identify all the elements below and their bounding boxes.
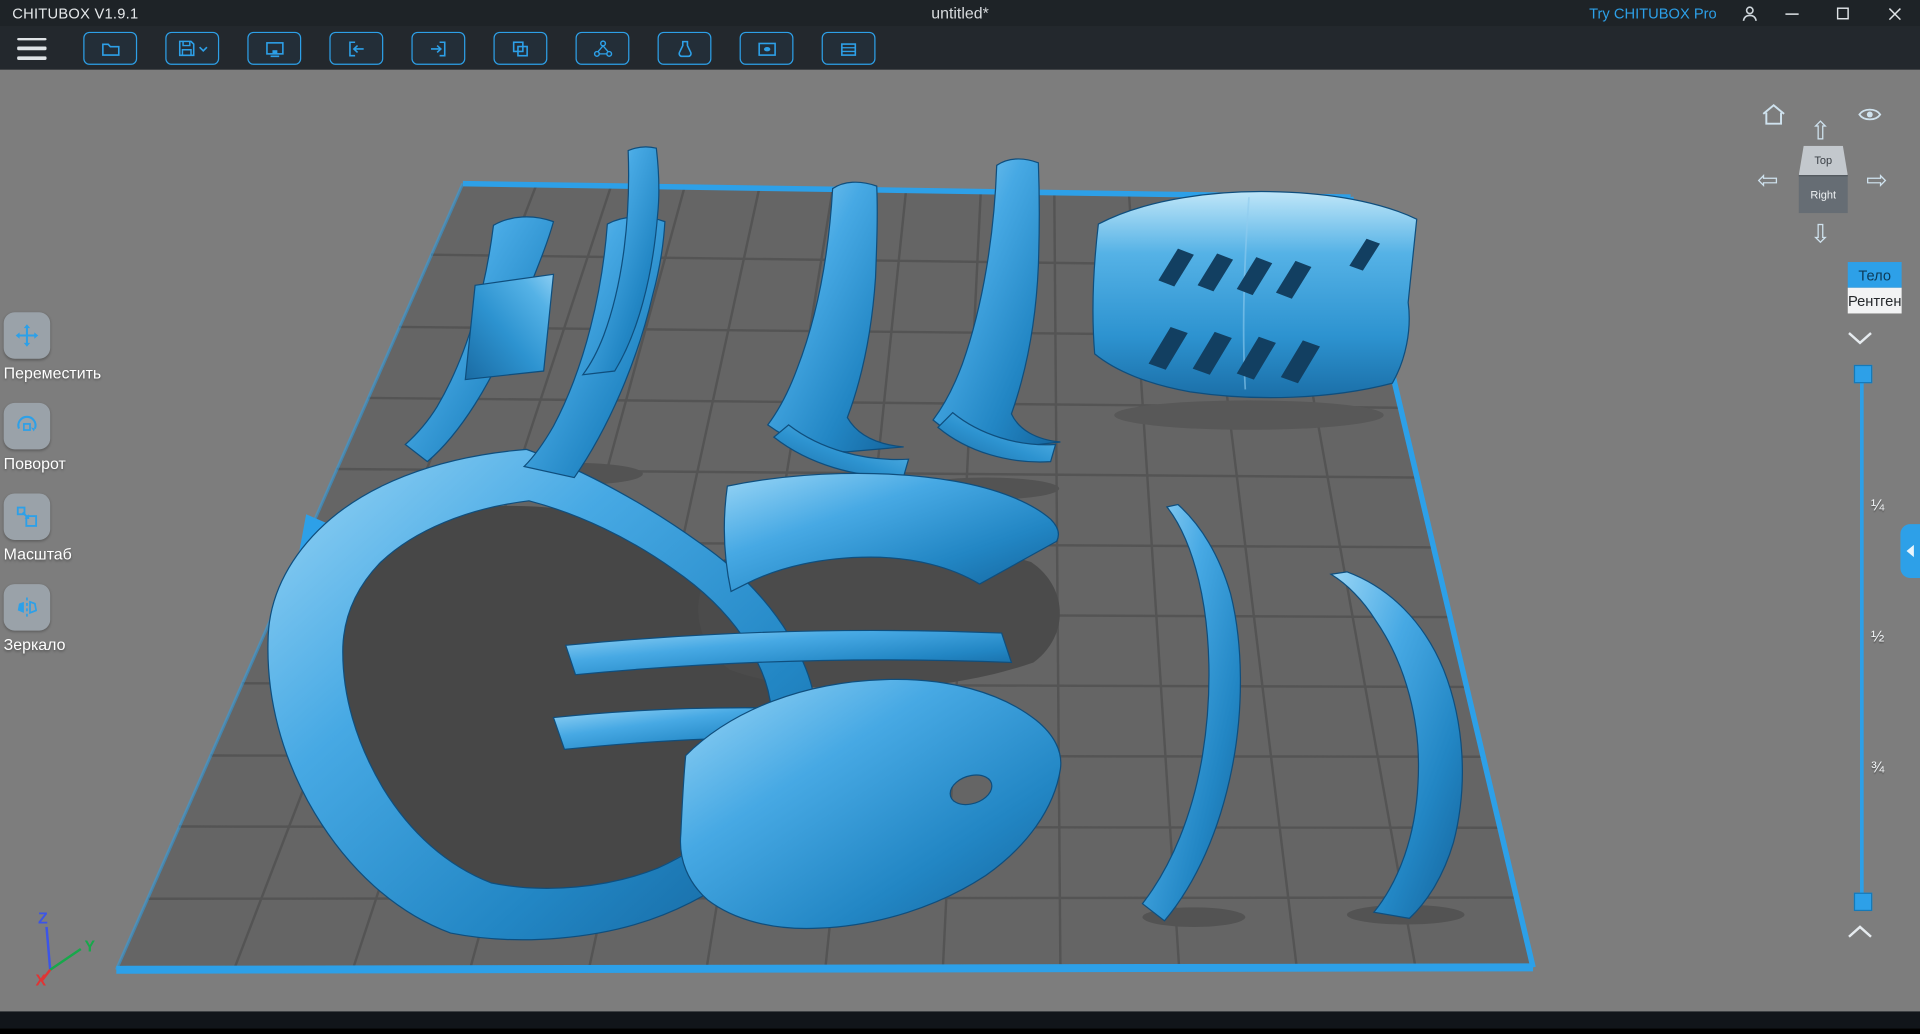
export-icon [431,40,446,56]
close-icon [1888,7,1901,20]
dig-hole-button[interactable] [739,31,794,65]
rotate-button[interactable] [3,402,51,450]
copy-icon [512,40,528,56]
clip-label-quarter: ¼ [1871,495,1885,515]
save-icon [178,40,194,57]
dig-hole-icon [757,42,776,56]
model-hood[interactable] [1092,190,1418,399]
bottom-status-bar [0,1011,1920,1034]
axis-indicator: Z Y X [36,910,96,989]
menu-button[interactable] [17,37,47,60]
view-cube-top-face[interactable]: Top [1798,145,1848,176]
scale-button[interactable] [3,493,51,541]
viewport-scene: Z Y X [36,146,1536,990]
copy-button[interactable] [493,31,548,65]
scale-label: Масштаб [3,544,72,564]
view-cube-front-face[interactable]: Right [1798,175,1848,214]
screenshot-button[interactable] [247,31,302,65]
chevron-down-icon [1848,332,1872,345]
tool-mirror: Зеркало [0,584,110,675]
maximize-button[interactable] [1817,0,1868,27]
tool-scale: Масштаб [0,493,110,584]
view-options-button[interactable] [1856,103,1883,125]
minimize-icon [1784,12,1799,15]
document-title: untitled* [931,3,989,23]
tool-rotate: Поворот [0,402,110,494]
mirror-button[interactable] [3,584,51,631]
render-mode-body[interactable]: Тело [1847,262,1902,288]
import-icon [349,40,364,56]
view-cube[interactable]: Top Right [1798,145,1848,214]
import-button[interactable] [329,31,384,65]
maximize-icon [1836,7,1849,20]
clip-slider-track[interactable] [1860,369,1864,907]
rotate-icon [17,415,37,432]
titlebar: CHITUBOX V1.9.1 untitled* Try CHITUBOX P… [0,0,1920,27]
mirror-label: Зеркало [3,635,66,654]
left-tool-panel: Переместить Поворот Масштаб Зеркало [0,312,110,674]
screenshot-icon [265,41,284,57]
clip-slider-top-handle[interactable] [1853,364,1873,384]
move-icon [15,324,39,347]
home-view-button[interactable] [1758,102,1787,126]
view-eye-icon [1858,108,1882,120]
scale-icon [16,506,38,527]
rotate-view-down-arrow[interactable]: ⇩ [1810,222,1832,248]
clip-expand-chevron[interactable] [1847,923,1874,945]
auto-layout-button[interactable] [575,31,630,65]
move-button[interactable] [3,312,51,359]
user-icon [1742,6,1757,22]
rotate-label: Поворот [3,454,66,473]
hollow-icon [677,40,692,57]
open-file-icon [101,42,119,56]
home-icon [1762,103,1785,125]
open-file-button[interactable] [83,31,138,65]
clip-slider-bottom-handle[interactable] [1853,892,1873,912]
user-account-button[interactable] [1734,0,1766,27]
slice-icon [841,42,857,56]
move-label: Переместить [3,363,102,383]
clip-label-three-quarter: ¾ [1871,757,1885,777]
try-pro-link[interactable]: Try CHITUBOX Pro [1589,5,1717,22]
auto-layout-icon [593,39,612,57]
tool-move: Переместить [0,312,110,403]
render-mode-xray[interactable]: Рентген [1847,287,1902,314]
chevron-left-icon [1906,544,1914,558]
rotate-view-left-arrow[interactable]: ⇦ [1757,168,1779,194]
axis-y-label: Y [84,938,95,955]
clip-collapse-chevron[interactable] [1847,329,1874,351]
mirror-icon [17,597,38,618]
slice-button[interactable] [821,31,876,65]
axis-z-label: Z [38,910,48,927]
export-button[interactable] [411,31,466,65]
axis-x-label: X [36,973,47,990]
settings-panel-expand-handle[interactable] [1900,524,1920,578]
clip-label-half: ½ [1871,626,1885,646]
save-button[interactable] [165,31,220,65]
close-button[interactable] [1869,0,1920,27]
minimize-button[interactable] [1766,0,1817,27]
rotate-view-up-arrow[interactable]: ⇧ [1810,119,1832,145]
hollow-button[interactable] [657,31,712,65]
app-window: CHITUBOX V1.9.1 untitled* Try CHITUBOX P… [0,0,1920,1034]
render-mode-toggle: Тело Рентген [1847,262,1902,314]
save-dropdown-caret-icon [198,45,207,52]
main-toolbar [0,26,1920,70]
app-title: CHITUBOX V1.9.1 [12,4,139,23]
viewport: Z Y X Переместить Поворот Масштаб Зеркал… [0,69,1920,1012]
chevron-up-icon [1848,925,1872,938]
rotate-view-right-arrow[interactable]: ⇨ [1866,168,1888,194]
